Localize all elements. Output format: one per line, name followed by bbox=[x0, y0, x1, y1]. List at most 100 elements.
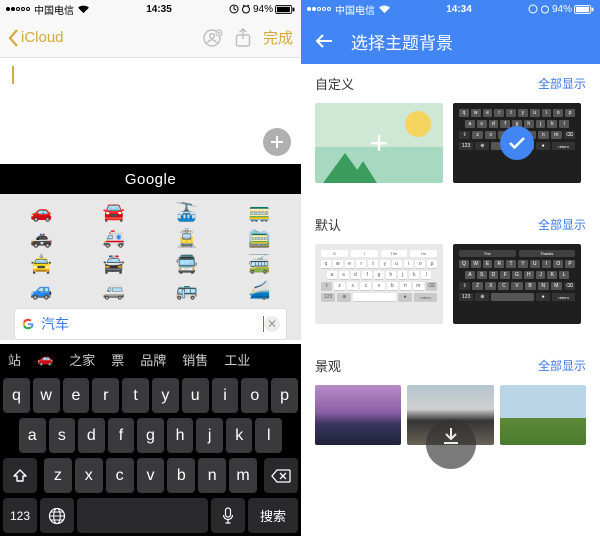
key-r[interactable]: r bbox=[92, 378, 119, 413]
key-m[interactable]: m bbox=[229, 458, 257, 493]
theme-add-custom[interactable]: + bbox=[315, 103, 443, 183]
section-title: 景观 bbox=[315, 356, 341, 375]
theme-default-light[interactable]: GITheI'mqwertyuiopasdfghjkl⇧zxcvbnm⌫123⊕… bbox=[315, 244, 443, 324]
battery-label: 94% bbox=[253, 4, 273, 15]
globe-key[interactable] bbox=[40, 498, 74, 533]
chevron-left-icon bbox=[8, 29, 19, 47]
emoji-item[interactable]: 🚔 bbox=[81, 252, 148, 276]
alarm-icon bbox=[241, 4, 251, 14]
key-d[interactable]: d bbox=[78, 418, 105, 453]
add-person-icon[interactable] bbox=[203, 28, 223, 48]
search-field[interactable]: 汽车 ✕ bbox=[14, 308, 287, 340]
key-k[interactable]: k bbox=[226, 418, 253, 453]
download-overlay-button[interactable] bbox=[426, 419, 476, 469]
back-button[interactable]: iCloud bbox=[8, 29, 64, 47]
carrier-label: 中国电信 bbox=[34, 2, 74, 17]
emoji-item[interactable]: 🚊 bbox=[154, 226, 221, 250]
theme-scenic-1[interactable] bbox=[315, 385, 401, 445]
key-h[interactable]: h bbox=[167, 418, 194, 453]
back-button[interactable] bbox=[315, 33, 333, 49]
show-all-link[interactable]: 全部显示 bbox=[538, 75, 586, 92]
key-i[interactable]: i bbox=[212, 378, 239, 413]
key-a[interactable]: a bbox=[19, 418, 46, 453]
key-s[interactable]: s bbox=[49, 418, 76, 453]
key-b[interactable]: b bbox=[167, 458, 195, 493]
key-c[interactable]: c bbox=[106, 458, 134, 493]
emoji-item[interactable]: 🚖 bbox=[8, 252, 75, 276]
key-x[interactable]: x bbox=[75, 458, 103, 493]
emoji-item[interactable]: 🚃 bbox=[226, 200, 293, 224]
section-title: 默认 bbox=[315, 215, 341, 234]
clear-button[interactable]: ✕ bbox=[264, 316, 280, 332]
backspace-key[interactable] bbox=[264, 458, 298, 493]
back-label: iCloud bbox=[21, 29, 64, 46]
share-icon[interactable] bbox=[233, 28, 253, 48]
emoji-item[interactable]: 🚄 bbox=[226, 278, 293, 302]
key-o[interactable]: o bbox=[241, 378, 268, 413]
mic-key[interactable] bbox=[211, 498, 245, 533]
show-all-link[interactable]: 全部显示 bbox=[538, 216, 586, 233]
suggestion-item[interactable]: 票 bbox=[103, 350, 132, 369]
key-f[interactable]: f bbox=[108, 418, 135, 453]
section-custom: 自定义 全部显示 + qwertyuiopasdfghjkl⇧zxcvbnm⌫1… bbox=[301, 64, 600, 187]
section-title: 自定义 bbox=[315, 74, 354, 93]
phone-right: 中国电信 14:34 94% 选择主题背景 自定义 全部显示 bbox=[301, 0, 600, 536]
google-label: Google bbox=[125, 171, 176, 188]
key-e[interactable]: e bbox=[63, 378, 90, 413]
battery-icon bbox=[275, 5, 295, 14]
add-attachment-button[interactable] bbox=[263, 128, 291, 156]
status-bar: 中国电信 14:34 94% bbox=[301, 0, 600, 18]
selected-badge bbox=[453, 103, 581, 183]
theme-scenic-3[interactable] bbox=[500, 385, 586, 445]
emoji-item[interactable]: 🚘 bbox=[81, 200, 148, 224]
emoji-item[interactable]: 🚍 bbox=[154, 252, 221, 276]
emoji-item[interactable]: 🚓 bbox=[8, 226, 75, 250]
suggestion-item[interactable]: 销售 bbox=[174, 350, 216, 369]
key-n[interactable]: n bbox=[198, 458, 226, 493]
key-q[interactable]: q bbox=[3, 378, 30, 413]
suggestion-item[interactable]: 🚗 bbox=[29, 351, 61, 367]
plus-icon bbox=[270, 135, 284, 149]
theme-dark-selected[interactable]: qwertyuiopasdfghjkl⇧zxcvbnm⌫123⊕●return bbox=[453, 103, 581, 183]
emoji-panel: 🚗🚘🚠🚃 🚓🚑🚊🚞 🚖🚔🚍🚎 🚙🚐🚌🚄 汽车 ✕ bbox=[0, 194, 301, 340]
suggestion-item[interactable]: 品牌 bbox=[132, 350, 174, 369]
emoji-item[interactable]: 🚙 bbox=[8, 278, 75, 302]
suggestion-item[interactable]: 之家 bbox=[61, 350, 103, 369]
emoji-item[interactable]: 🚞 bbox=[226, 226, 293, 250]
check-icon bbox=[508, 136, 526, 150]
phone-left: 中国电信 14:35 94% iCloud bbox=[0, 0, 301, 536]
key-p[interactable]: p bbox=[271, 378, 298, 413]
key-t[interactable]: t bbox=[122, 378, 149, 413]
key-j[interactable]: j bbox=[196, 418, 223, 453]
numbers-key[interactable]: 123 bbox=[3, 498, 37, 533]
key-g[interactable]: g bbox=[137, 418, 164, 453]
emoji-item[interactable]: 🚎 bbox=[226, 252, 293, 276]
key-w[interactable]: w bbox=[33, 378, 60, 413]
key-z[interactable]: z bbox=[44, 458, 72, 493]
shift-key[interactable] bbox=[3, 458, 37, 493]
emoji-item[interactable]: 🚗 bbox=[8, 200, 75, 224]
key-v[interactable]: v bbox=[137, 458, 165, 493]
suggestion-item[interactable]: 站 bbox=[0, 350, 29, 369]
emoji-item[interactable]: 🚌 bbox=[154, 278, 221, 302]
signal-dots-icon bbox=[6, 7, 30, 11]
suggestion-item[interactable]: 工业 bbox=[216, 350, 258, 369]
key-y[interactable]: y bbox=[152, 378, 179, 413]
show-all-link[interactable]: 全部显示 bbox=[538, 357, 586, 374]
battery-icon bbox=[574, 5, 594, 14]
key-l[interactable]: l bbox=[255, 418, 282, 453]
search-text: 汽车 bbox=[41, 314, 262, 334]
carrier-label: 中国电信 bbox=[335, 2, 375, 17]
status-bar: 中国电信 14:35 94% bbox=[0, 0, 301, 18]
done-button[interactable]: 完成 bbox=[263, 27, 293, 48]
shift-icon bbox=[12, 468, 28, 484]
search-key[interactable]: 搜索 bbox=[248, 498, 298, 533]
emoji-item[interactable]: 🚑 bbox=[81, 226, 148, 250]
space-key[interactable] bbox=[77, 498, 208, 533]
emoji-item[interactable]: 🚐 bbox=[81, 278, 148, 302]
emoji-item[interactable]: 🚠 bbox=[154, 200, 221, 224]
signal-dots-icon bbox=[307, 7, 331, 11]
theme-default-dark[interactable]: TheThanksQWERTYUIOPASDFGHJKL⇧ZXCVBNM⌫123… bbox=[453, 244, 581, 324]
key-u[interactable]: u bbox=[182, 378, 209, 413]
note-area[interactable] bbox=[0, 58, 301, 164]
